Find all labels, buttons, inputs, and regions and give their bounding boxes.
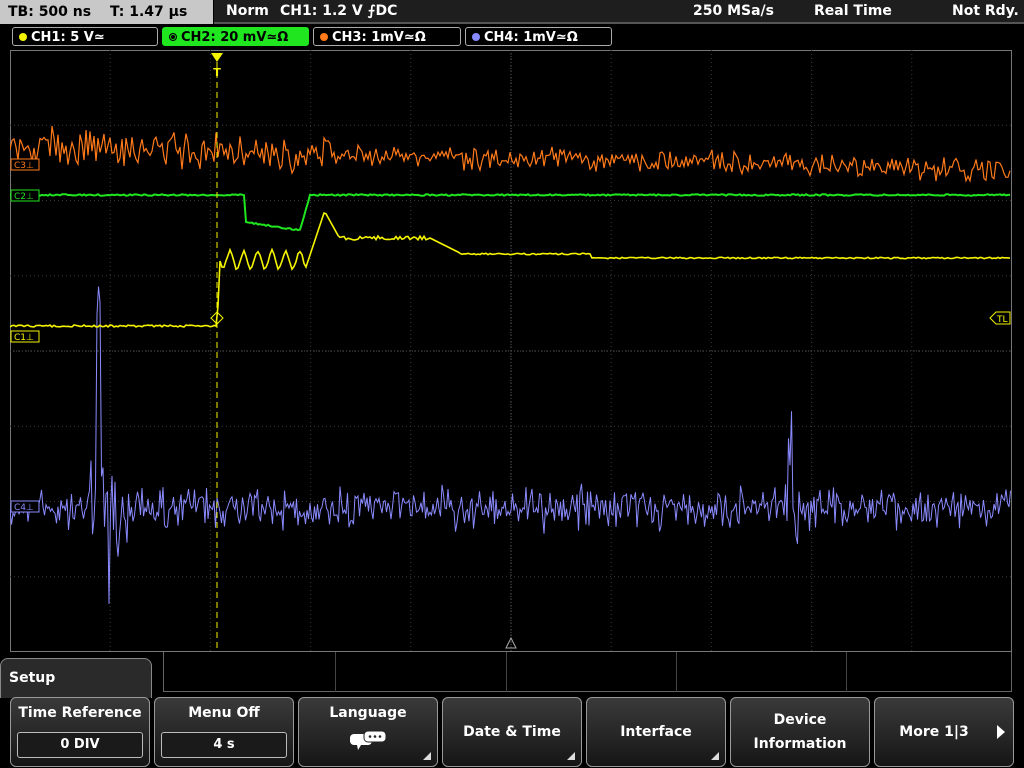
ch3-marker[interactable]: C3⊥ <box>10 158 40 171</box>
channel-tabs: CH1: 5 V≃ CH2: 20 mV≃Ω CH3: 1mV≃Ω CH4: 1… <box>0 26 1024 48</box>
channel-tab-ch3[interactable]: CH3: 1mV≃Ω <box>313 27 461 46</box>
ch1-dot-icon <box>19 33 27 41</box>
trigger-source[interactable]: CH1: 1.2 V ⨍DC <box>280 0 397 22</box>
ch4-dot-icon <box>472 33 480 41</box>
submenu-indicator-icon <box>423 752 431 760</box>
status-bar: TB: 500 ns T: 1.47 µs Norm CH1: 1.2 V ⨍D… <box>0 0 1024 24</box>
channel-tab-ch4[interactable]: CH4: 1mV≃Ω <box>465 27 612 46</box>
ch3-marker-label: C3⊥ <box>14 161 34 171</box>
ch3-dot-icon <box>320 33 328 41</box>
channel-tab-ch1[interactable]: CH1: 5 V≃ <box>12 27 158 46</box>
ch4-marker[interactable]: C4⊥ <box>10 500 40 513</box>
time-reference-button[interactable]: Time Reference 0 DIV <box>10 697 150 767</box>
date-time-button[interactable]: Date & Time <box>442 697 582 767</box>
menu-off-value: 4 s <box>161 732 287 758</box>
ch1-marker-label: C1⊥ <box>14 333 34 343</box>
softkey-label: Language <box>329 705 407 721</box>
menu-off-button[interactable]: Menu Off 4 s <box>154 697 294 767</box>
timebase-readout: TB: 500 ns <box>8 4 92 20</box>
graticule-grid <box>10 50 1012 652</box>
acquisition-info: Norm CH1: 1.2 V ⨍DC 250 MSa/s Real Time … <box>214 0 1024 24</box>
trigger-state: Not Rdy. <box>952 3 1019 19</box>
trigger-level-label: TL <box>996 315 1008 325</box>
channel-label: CH2: 20 mV≃Ω <box>181 30 289 45</box>
trigger-mode[interactable]: Norm <box>226 0 269 22</box>
softkey-label: Time Reference <box>18 705 142 721</box>
speech-bubble-icon <box>350 730 387 750</box>
more-button[interactable]: More 1|3 <box>874 697 1014 767</box>
acquisition-mode: Real Time <box>814 3 892 19</box>
ch2-trace <box>10 193 1010 232</box>
timebase-box[interactable]: TB: 500 ns T: 1.47 µs <box>0 0 213 24</box>
submenu-indicator-icon <box>567 752 575 760</box>
ch2-dot-icon <box>169 33 177 41</box>
device-information-button[interactable]: Device Information <box>730 697 870 767</box>
language-button[interactable]: Language <box>298 697 438 767</box>
ch3-trace <box>10 125 1011 183</box>
trigger-position-label: T <box>213 66 221 79</box>
time-reference-value: 0 DIV <box>17 732 143 758</box>
next-page-arrow-icon <box>997 725 1005 739</box>
ch2-marker-label: C2⊥ <box>14 192 34 202</box>
menu-title: Setup <box>0 658 152 698</box>
menu-info-area <box>163 652 1012 692</box>
trigger-position-marker[interactable]: T <box>211 53 223 79</box>
softkey-label: Date & Time <box>463 724 561 740</box>
ch4-marker-label: C4⊥ <box>14 503 34 513</box>
interface-button[interactable]: Interface <box>586 697 726 767</box>
sample-rate: 250 MSa/s <box>693 3 775 19</box>
softkey-label: Interface <box>620 724 692 740</box>
softkey-label: Menu Off <box>188 705 260 721</box>
submenu-indicator-icon <box>711 752 719 760</box>
ch4-trace <box>10 286 1011 604</box>
softkey-label-line1: Device <box>773 712 827 728</box>
waveform-canvas: T C3⊥ C2⊥ C1⊥ C4⊥ TL <box>10 50 1012 652</box>
channel-label: CH3: 1mV≃Ω <box>332 30 426 45</box>
channel-label: CH4: 1mV≃Ω <box>484 30 578 45</box>
ch1-trace <box>10 211 1011 328</box>
ch1-marker[interactable]: C1⊥ <box>10 330 40 343</box>
channel-label: CH1: 5 V≃ <box>31 30 105 45</box>
trigger-level-marker[interactable]: TL <box>989 311 1011 325</box>
softkey-label: More 1|3 <box>899 724 969 740</box>
trigger-time-readout: T: 1.47 µs <box>109 4 188 20</box>
softkey-label-line2: Information <box>753 736 847 752</box>
traces <box>10 125 1011 604</box>
channel-tab-ch2[interactable]: CH2: 20 mV≃Ω <box>162 27 309 46</box>
ch2-marker[interactable]: C2⊥ <box>10 189 40 202</box>
